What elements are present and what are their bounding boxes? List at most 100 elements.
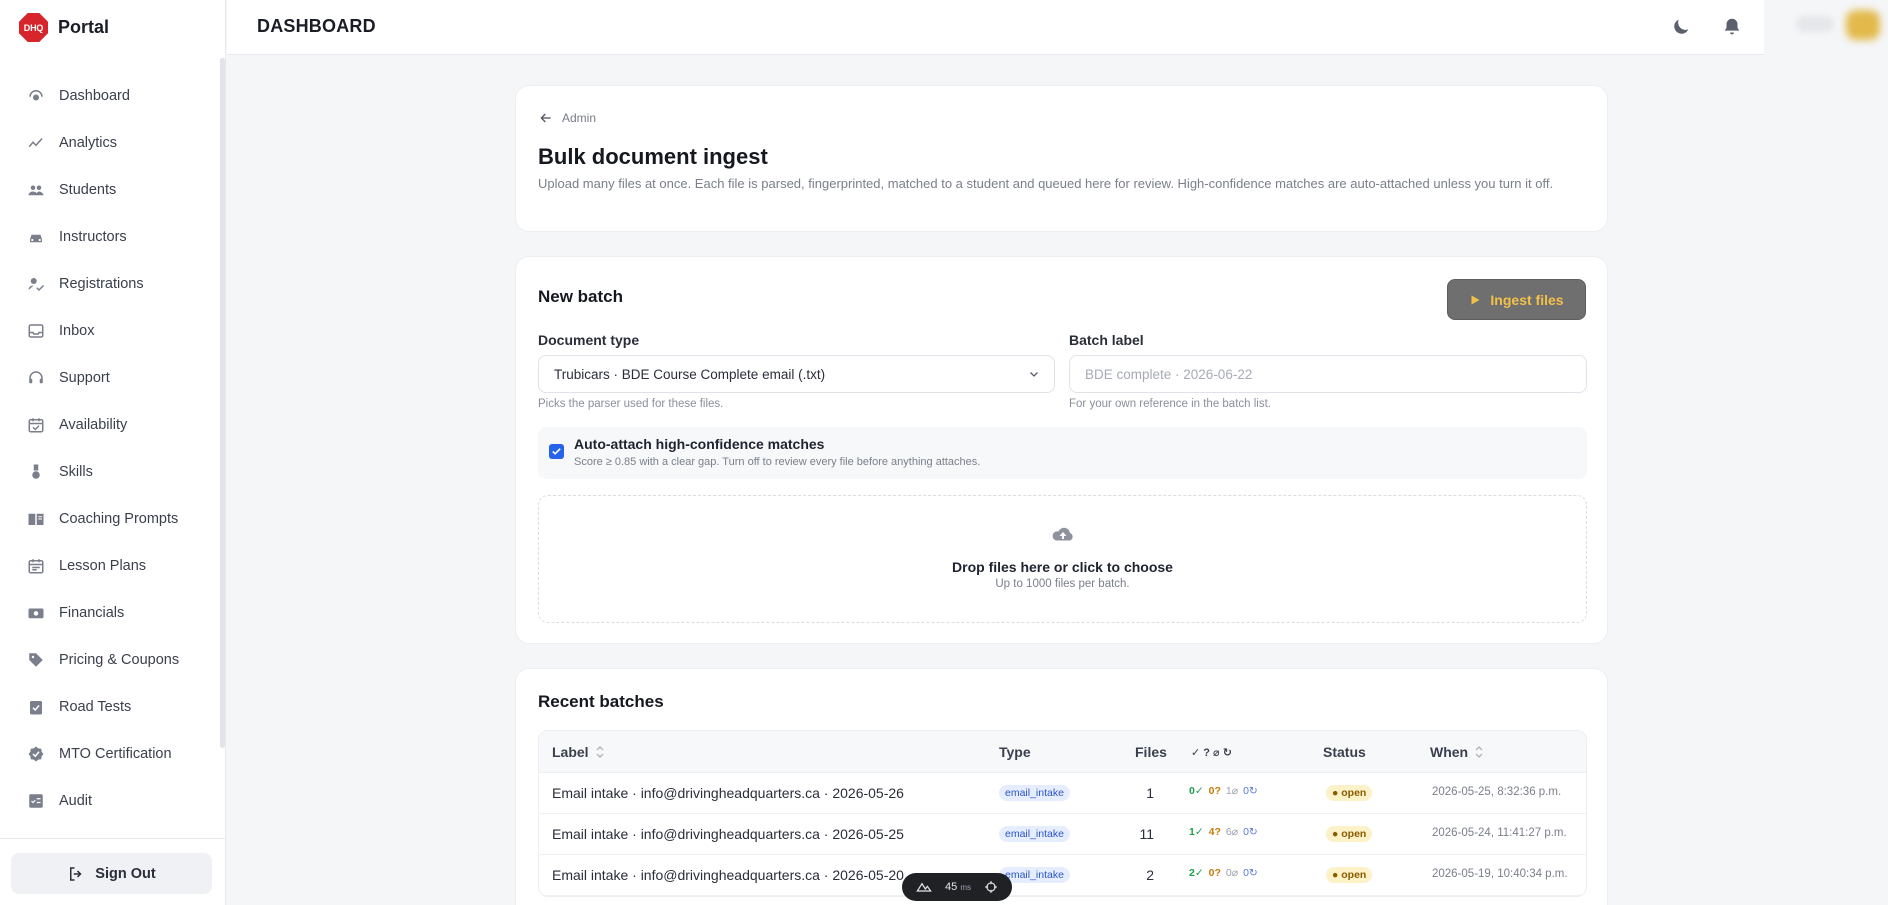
check-icon xyxy=(552,448,561,455)
auto-attach-checkbox[interactable] xyxy=(549,444,564,459)
back-link[interactable]: Admin xyxy=(538,110,596,126)
dropzone-title: Drop files here or click to choose xyxy=(952,559,1173,575)
table-row[interactable]: Email intake · info@drivingheadquarters.… xyxy=(539,814,1586,855)
mountain-icon[interactable] xyxy=(916,881,933,893)
type-badge: email_intake xyxy=(999,785,1070,801)
moon-icon[interactable] xyxy=(1670,16,1692,38)
count-review: 0? xyxy=(1208,867,1221,879)
play-icon xyxy=(1471,295,1480,304)
sidebar-item-inbox[interactable]: Inbox xyxy=(0,307,219,354)
sidebar-item-registrations[interactable]: Registrations xyxy=(0,260,219,307)
new-batch-card: New batch Ingest files Document type Tru… xyxy=(515,256,1608,644)
table-row[interactable]: Email intake · info@drivingheadquarters.… xyxy=(539,773,1586,814)
auto-attach-option: Auto-attach high-confidence matches Scor… xyxy=(538,427,1587,479)
sidebar-item-road-tests[interactable]: Road Tests xyxy=(0,683,219,730)
row-when: 2026-05-25, 8:32:36 p.m. xyxy=(1432,786,1562,798)
table-row[interactable]: Email intake · info@drivingheadquarters.… xyxy=(539,855,1586,896)
crosshair-icon[interactable] xyxy=(984,880,998,894)
tag-icon xyxy=(26,650,46,670)
dropzone-subtitle: Up to 1000 files per batch. xyxy=(995,578,1130,590)
count-none: 0⌀ xyxy=(1225,867,1239,879)
col-counts: ✓ ? ⌀ ↻ xyxy=(1191,747,1232,759)
analytics-icon xyxy=(26,133,46,153)
count-none: 1⌀ xyxy=(1225,785,1239,797)
count-matched: 0✓ xyxy=(1189,785,1204,797)
latency-unit: ms xyxy=(960,883,971,892)
sidebar-scrollbar[interactable] xyxy=(220,58,225,748)
file-dropzone[interactable]: Drop files here or click to choose Up to… xyxy=(538,495,1587,623)
auto-attach-title: Auto-attach high-confidence matches xyxy=(574,436,825,452)
row-when: 2026-05-24, 11:41:27 p.m. xyxy=(1432,827,1567,839)
sidebar-item-label: Instructors xyxy=(59,228,127,245)
avatar[interactable] xyxy=(1846,10,1880,40)
sidebar-item-label: Registrations xyxy=(59,275,144,292)
sidebar-nav: Dashboard Analytics Students Instructors Reg… xyxy=(0,72,219,838)
sidebar-item-skills[interactable]: Skills xyxy=(0,448,219,495)
sidebar-item-students[interactable]: Students xyxy=(0,166,219,213)
col-label-text: Label xyxy=(552,744,589,760)
sidebar-item-label: Dashboard xyxy=(59,87,130,104)
count-retry: 0↻ xyxy=(1243,826,1258,838)
sidebar-item-analytics[interactable]: Analytics xyxy=(0,119,219,166)
sidebar-item-pricing-coupons[interactable]: Pricing & Coupons xyxy=(0,636,219,683)
sidebar-item-instructors[interactable]: Instructors xyxy=(0,213,219,260)
sidebar-item-support[interactable]: Support xyxy=(0,354,219,401)
count-review: 4? xyxy=(1208,826,1221,838)
batch-label-label: Batch label xyxy=(1069,332,1144,348)
status-text: open xyxy=(1341,828,1367,840)
row-files: 1 xyxy=(1146,785,1154,801)
sidebar-item-label: Support xyxy=(59,369,110,386)
calendar-icon xyxy=(26,556,46,576)
sidebar-item-admin-documents[interactable]: Admin Documents xyxy=(0,824,219,838)
dev-toolbar[interactable]: 45 ms xyxy=(902,873,1012,901)
sidebar-item-label: Coaching Prompts xyxy=(59,510,179,527)
ingest-files-button[interactable]: Ingest files xyxy=(1447,279,1586,320)
sidebar-item-audit[interactable]: Audit xyxy=(0,777,219,824)
sidebar-item-label: Road Tests xyxy=(59,698,132,715)
document-type-select[interactable]: Trubicars · BDE Course Complete email (.… xyxy=(538,355,1055,393)
status-badge: ● open xyxy=(1326,826,1373,842)
brand-name: Portal xyxy=(58,17,110,37)
col-label[interactable]: Label xyxy=(552,744,605,760)
col-when[interactable]: When xyxy=(1430,744,1484,760)
sidebar-item-label: MTO Certification xyxy=(59,745,172,762)
back-label: Admin xyxy=(562,111,597,125)
ingest-description: Upload many files at once. Each file is … xyxy=(538,176,1554,191)
sign-out-label: Sign Out xyxy=(95,865,156,882)
new-batch-title: New batch xyxy=(538,287,624,306)
batch-label-hint: For your own reference in the batch list… xyxy=(1069,398,1271,410)
table-header: Label Type Files ✓ ? ⌀ ↻ Status When xyxy=(539,731,1586,773)
sidebar-item-coaching-prompts[interactable]: Coaching Prompts xyxy=(0,495,219,542)
sidebar-item-label: Financials xyxy=(59,604,125,621)
students-icon xyxy=(26,180,46,200)
count-matched: 2✓ xyxy=(1189,867,1204,879)
sidebar-item-label: Skills xyxy=(59,463,93,480)
count-none: 6⌀ xyxy=(1225,826,1239,838)
registrations-icon xyxy=(26,274,46,294)
sidebar-item-label: Lesson Plans xyxy=(59,557,147,574)
badge-check-icon xyxy=(26,744,46,764)
sort-icon xyxy=(1475,745,1483,759)
book-icon xyxy=(26,509,46,529)
sidebar-item-mto-certification[interactable]: MTO Certification xyxy=(0,730,219,777)
sidebar-item-availability[interactable]: Availability xyxy=(0,401,219,448)
logo: DHQ xyxy=(19,13,48,42)
brand[interactable]: DHQ Portal xyxy=(0,0,225,55)
table-body: Email intake · info@drivingheadquarters.… xyxy=(539,773,1586,896)
sign-out-button[interactable]: Sign Out xyxy=(11,853,212,894)
bell-icon[interactable] xyxy=(1721,16,1743,38)
batches-table: Label Type Files ✓ ? ⌀ ↻ Status When Ema… xyxy=(538,730,1587,897)
row-label: Email intake · info@drivingheadquarters.… xyxy=(552,826,904,842)
sidebar-item-label: Pricing & Coupons xyxy=(59,651,180,668)
sidebar-item-lesson-plans[interactable]: Lesson Plans xyxy=(0,542,219,589)
cloud-upload-icon xyxy=(1052,527,1073,541)
document-type-value: Trubicars · BDE Course Complete email (.… xyxy=(554,366,826,382)
headset-icon xyxy=(26,368,46,388)
arrow-left-icon xyxy=(540,113,551,123)
page-title: DASHBOARD xyxy=(257,16,376,36)
sidebar-item-dashboard[interactable]: Dashboard xyxy=(0,72,219,119)
ingest-title: Bulk document ingest xyxy=(538,144,768,169)
batch-label-input[interactable]: BDE complete · 2026-06-22 xyxy=(1069,355,1587,393)
sidebar-item-financials[interactable]: Financials xyxy=(0,589,219,636)
sidebar: DHQ Portal Dashboard Analytics Students Ins… xyxy=(0,0,226,905)
